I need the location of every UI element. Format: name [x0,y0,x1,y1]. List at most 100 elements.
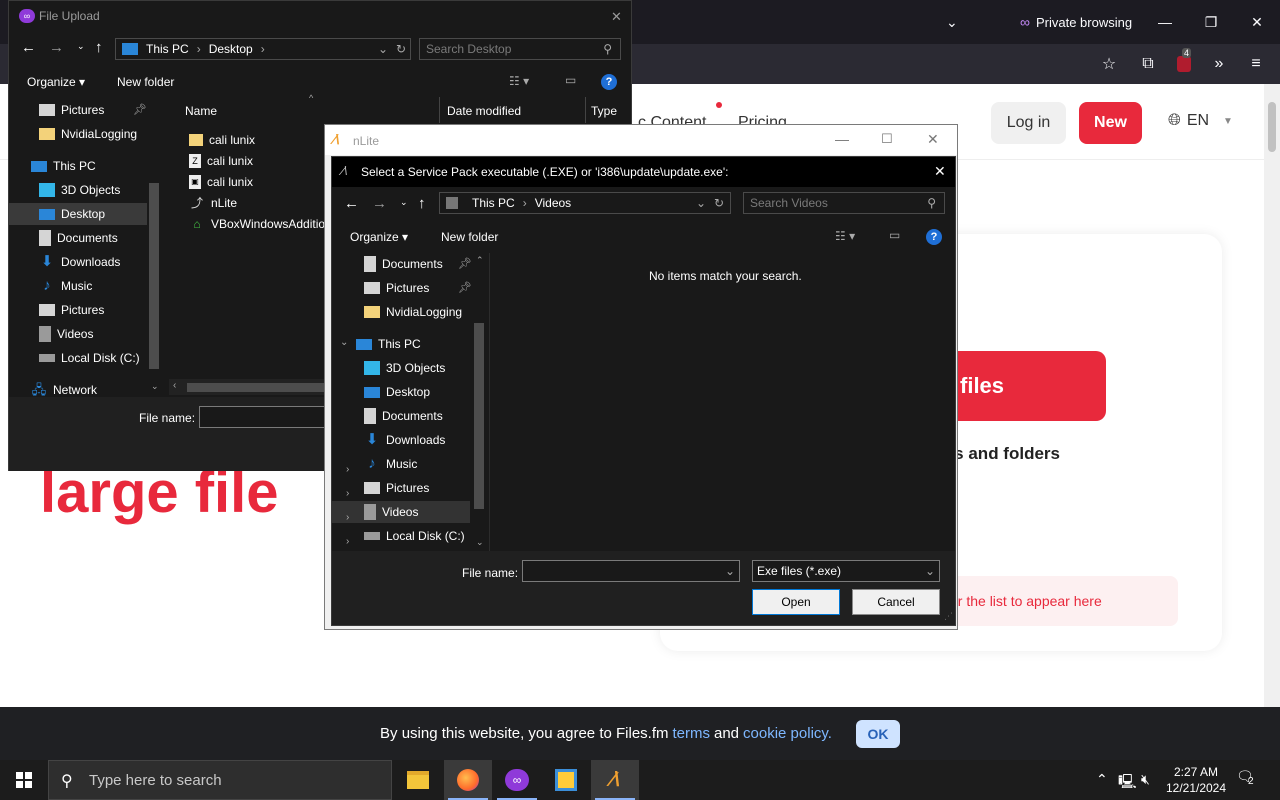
refresh-icon[interactable]: ↻ [396,42,406,56]
nlite-search[interactable]: Search Videos ⚲ [743,192,945,214]
nav-item-music[interactable]: ♪ Music [39,275,92,297]
nav-item-pictures[interactable]: Pictures [39,299,104,321]
view-options-icon[interactable]: ☷ ▾ [835,229,855,243]
hamburger-menu-icon[interactable]: ≡ [1244,52,1268,76]
login-button[interactable]: Log in [991,102,1066,144]
back-arrow-icon[interactable]: ← [21,39,36,56]
nav-pane-scrollbar[interactable] [149,183,159,369]
forward-arrow-icon[interactable]: → [372,195,387,212]
nav-item-documents[interactable]: Documents [364,405,443,427]
help-icon[interactable]: ? [601,74,617,90]
ublock-icon[interactable]: 4 [1172,48,1196,76]
breadcrumb-videos[interactable]: Videos [535,196,571,210]
organize-menu[interactable]: Organize ▾ [27,75,85,89]
nav-item-this-pc[interactable]: This PC [356,333,421,355]
bookmark-star-icon[interactable]: ☆ [1097,52,1121,76]
scroll-up-icon[interactable]: ⌃ [476,255,484,266]
taskbar-file-explorer[interactable] [394,760,442,800]
nav-item-3d-objects[interactable]: 3D Objects [364,357,445,379]
up-arrow-icon[interactable]: ↑ [95,39,103,56]
new-button[interactable]: New [1079,102,1142,144]
file-type-select[interactable]: Exe files (*.exe) ⌄ [752,560,940,582]
breadcrumb-this-pc[interactable]: This PC [472,196,515,210]
close-icon[interactable]: ✕ [934,163,946,180]
nlite-minimize-button[interactable]: — [835,131,849,147]
file-upload-address-bar[interactable]: This PC › Desktop › ⌄ ↻ [115,38,411,60]
nlite-close-button[interactable]: ✕ [927,131,939,148]
close-icon[interactable]: ✕ [611,9,622,25]
network-icon[interactable]: 🖳︎ [1118,771,1137,795]
new-folder-button[interactable]: New folder [441,230,498,244]
close-button[interactable]: ✕ [1234,0,1280,44]
expand-arrow-icon[interactable]: › [346,512,349,523]
nav-item-downloads[interactable]: ⬇ Downloads [39,251,121,273]
page-scrollbar-thumb[interactable] [1268,102,1276,152]
expand-arrow-icon[interactable]: › [346,464,349,475]
new-folder-button[interactable]: New folder [117,75,174,89]
nav-item-nvidialogging[interactable]: NvidiaLogging [39,123,137,145]
address-dropdown-icon[interactable]: ⌄ [696,196,706,210]
nav-item-downloads[interactable]: ⬇ Downloads [364,429,446,451]
open-button[interactable]: Open [752,589,840,615]
taskbar-nlite[interactable]: ∕\ [591,760,639,800]
nav-item-pictures-pinned[interactable]: Pictures [39,99,104,121]
horizontal-scrollbar[interactable]: ‹ [169,379,329,395]
file-row[interactable]: Zcali lunix [189,150,253,172]
maximize-button[interactable]: ❐ [1188,0,1234,44]
forward-arrow-icon[interactable]: → [49,39,64,56]
nav-item-documents[interactable]: Documents [39,227,118,249]
file-upload-filename-input[interactable] [199,406,329,428]
address-dropdown-icon[interactable]: ⌄ [378,42,388,56]
minimize-button[interactable]: — [1142,0,1188,44]
nav-item-desktop[interactable]: Desktop [364,381,430,403]
expand-arrow-icon[interactable]: › [346,488,349,499]
nav-item-desktop[interactable]: Desktop [39,203,105,225]
language-selector[interactable]: 🌐︎ EN ▼ [1168,112,1233,130]
file-upload-search[interactable]: Search Desktop ⚲ [419,38,621,60]
preview-pane-icon[interactable]: ▭ [889,228,900,242]
file-row[interactable]: ▣ cali lunix [189,171,253,193]
back-arrow-icon[interactable]: ← [344,195,359,212]
view-options-icon[interactable]: ☷ ▾ [509,74,529,88]
recent-chevron-icon[interactable]: ⌄ [77,41,85,52]
speaker-muted-icon[interactable]: 🔇︎ [1141,771,1150,788]
nav-item-pictures-pinned[interactable]: Pictures [364,277,429,299]
scroll-down-icon[interactable]: ⌄ [476,537,484,548]
nlite-address-bar[interactable]: This PC › Videos ⌄ ↻ [439,192,731,214]
chevron-up-icon[interactable]: ⌃ [1096,771,1108,788]
nav-item-this-pc[interactable]: This PC [31,155,96,177]
cancel-button[interactable]: Cancel [852,589,940,615]
breadcrumb-desktop[interactable]: Desktop [209,42,253,56]
nav-item-local-disk[interactable]: Local Disk (C:) [39,347,140,369]
preview-pane-icon[interactable]: ▭ [565,73,576,87]
page-scrollbar[interactable] [1264,84,1280,707]
taskbar-firefox[interactable] [444,760,492,800]
nav-item-3d-objects[interactable]: 3D Objects [39,179,120,201]
nav-item-music[interactable]: ♪ Music [364,453,417,475]
expand-arrow-icon[interactable]: › [346,536,349,547]
cookie-ok-button[interactable]: OK [855,719,900,748]
column-date-modified[interactable]: Date modified [447,104,521,118]
nav-item-pictures[interactable]: Pictures [364,477,429,499]
column-name[interactable]: Name [185,104,217,118]
file-row[interactable]: cali lunix [189,129,255,151]
cookie-policy-link[interactable]: cookie policy. [743,725,832,742]
resize-grip-icon[interactable]: ⋰ [944,611,953,622]
nav-item-local-disk[interactable]: Local Disk (C:) [364,525,465,547]
overflow-menu-icon[interactable]: » [1207,52,1231,76]
tab-list-button[interactable]: ⌄ [946,0,958,44]
nlite-filename-input[interactable]: ⌄ [522,560,740,582]
nav-item-documents-pinned[interactable]: Documents [364,253,443,275]
extensions-icon[interactable]: ⧉ [1136,52,1160,76]
nav-item-videos[interactable]: Videos [39,323,93,345]
expand-chevron-icon[interactable]: ⌄ [340,337,348,348]
taskbar-firefox-private[interactable]: ∞ [493,760,541,800]
breadcrumb-this-pc[interactable]: This PC [146,42,189,56]
refresh-icon[interactable]: ↻ [714,196,724,210]
up-arrow-icon[interactable]: ↑ [418,195,426,212]
scroll-down-icon[interactable]: ⌄ [151,381,159,392]
taskbar-virtualbox[interactable] [542,760,590,800]
taskbar-clock[interactable]: 2:27 AM 12/21/2024 [1164,764,1228,796]
recent-chevron-icon[interactable]: ⌄ [400,197,408,208]
help-icon[interactable]: ? [926,229,942,245]
